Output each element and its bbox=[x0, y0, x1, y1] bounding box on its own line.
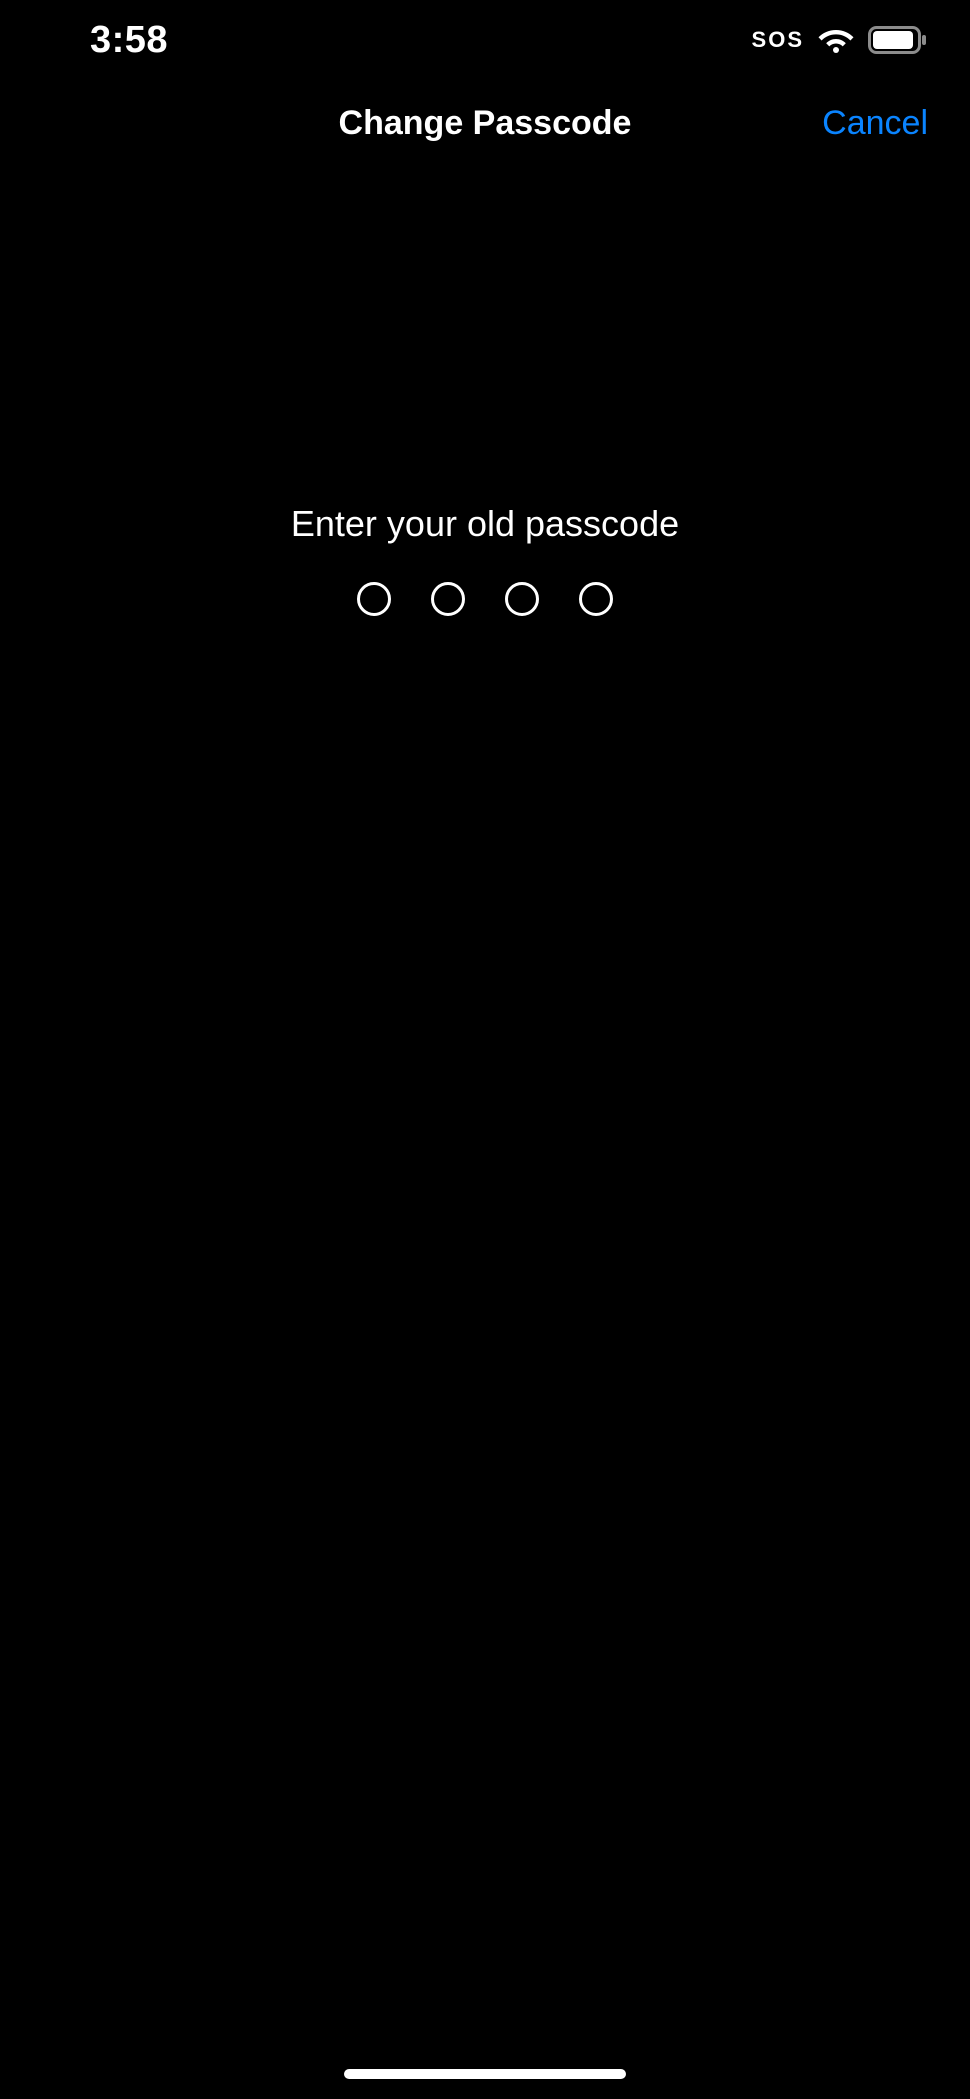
passcode-prompt: Enter your old passcode bbox=[0, 503, 970, 545]
status-time: 3:58 bbox=[90, 19, 168, 62]
battery-icon bbox=[868, 26, 928, 54]
passcode-dot bbox=[431, 582, 465, 616]
passcode-dot bbox=[505, 582, 539, 616]
passcode-dots[interactable] bbox=[0, 582, 970, 616]
page-title: Change Passcode bbox=[339, 104, 632, 143]
sos-indicator: SOS bbox=[752, 27, 804, 53]
status-bar: 3:58 SOS bbox=[0, 0, 970, 80]
home-indicator[interactable] bbox=[344, 2069, 626, 2079]
passcode-dot bbox=[357, 582, 391, 616]
nav-bar: Change Passcode Cancel bbox=[0, 88, 970, 158]
status-indicators: SOS bbox=[752, 26, 928, 54]
cancel-button[interactable]: Cancel bbox=[822, 104, 928, 143]
wifi-icon bbox=[818, 27, 854, 53]
passcode-dot bbox=[579, 582, 613, 616]
passcode-entry: Enter your old passcode bbox=[0, 0, 970, 2099]
